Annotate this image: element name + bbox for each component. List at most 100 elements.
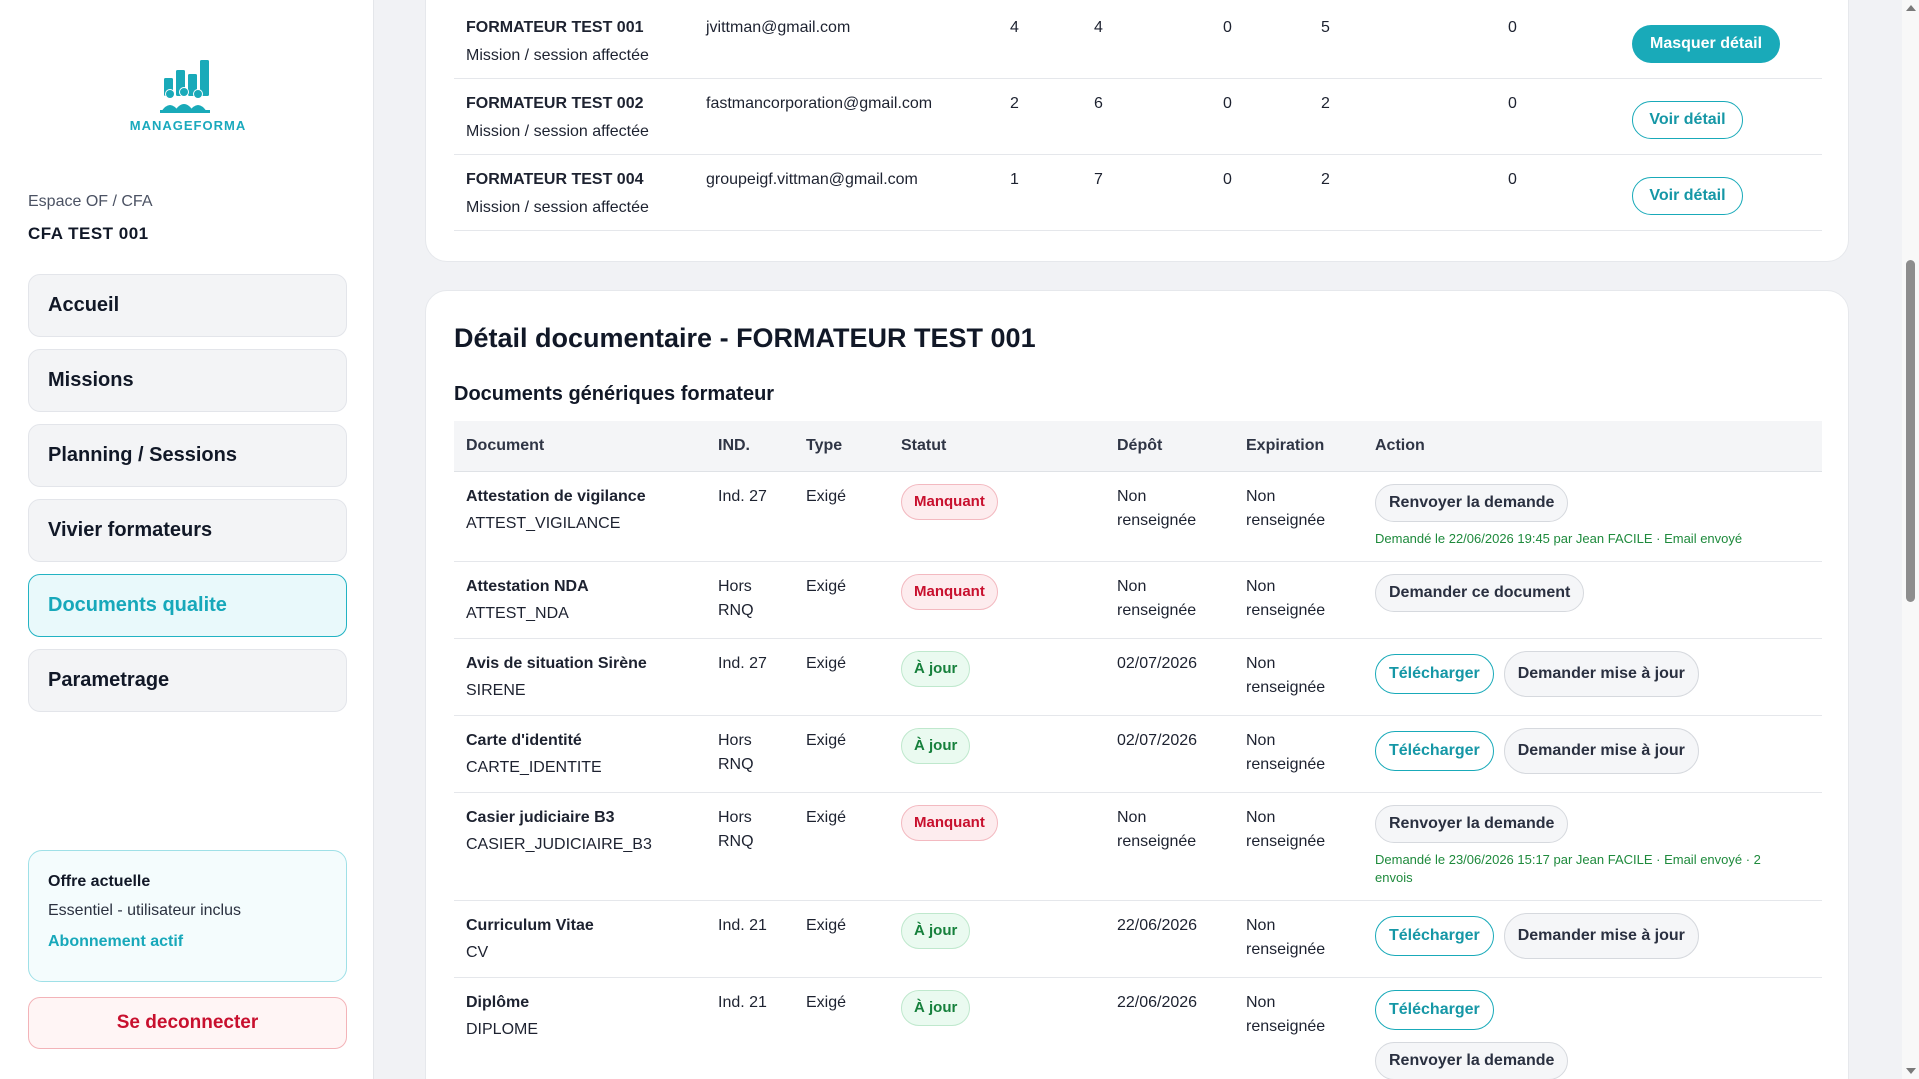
document-detail-card: Détail documentaire - FORMATEUR TEST 001… — [425, 290, 1849, 1079]
document-expiration: Non renseignée — [1246, 994, 1326, 1035]
download-button[interactable]: Télécharger — [1375, 990, 1494, 1030]
document-code: SIRENE — [466, 682, 526, 699]
trainers-table: FORMATEUR TEST 001 Mission / session aff… — [454, 3, 1822, 231]
trainer-count-3: 0 — [1223, 95, 1232, 112]
document-deposit: Non renseignée — [1117, 809, 1197, 850]
document-ind: Hors RNQ — [718, 578, 754, 619]
table-row: Casier judiciaire B3 CASIER_JUDICIAIRE_B… — [454, 793, 1822, 901]
nav-item-accueil[interactable]: Accueil — [28, 274, 347, 337]
request-note: Demandé le 23/06/2026 15:17 par Jean FAC… — [1375, 852, 1761, 885]
nav-item-documents-qualite[interactable]: Documents qualite — [28, 574, 347, 637]
document-type: Exigé — [806, 994, 847, 1011]
download-button[interactable]: Télécharger — [1375, 654, 1494, 694]
sidebar: MANAGEFORMA Espace OF / CFA CFA TEST 001… — [0, 0, 374, 1079]
trainer-count-4: 2 — [1321, 95, 1330, 112]
nav-item-parametrage[interactable]: Parametrage — [28, 649, 347, 712]
column-header-document: Document — [466, 437, 545, 454]
table-row: Carte d'identité CARTE_IDENTITE Hors RNQ… — [454, 716, 1822, 793]
table-row: Attestation NDA ATTEST_NDA Hors RNQ Exig… — [454, 562, 1822, 639]
document-type: Exigé — [806, 655, 847, 672]
trainer-subtitle: Mission / session affectée — [466, 47, 649, 64]
action-cell: Télécharger Renvoyer la demande — [1375, 990, 1569, 1079]
table-row: Avis de situation Sirène SIRENE Ind. 27 … — [454, 639, 1822, 716]
column-header-expiration: Expiration — [1246, 437, 1325, 454]
trainer-name: FORMATEUR TEST 002 — [466, 95, 644, 112]
logout-button[interactable]: Se deconnecter — [28, 997, 347, 1049]
document-expiration: Non renseignée — [1246, 578, 1326, 619]
trainer-subtitle: Mission / session affectée — [466, 199, 649, 216]
action-cell: Télécharger Demander mise à jour — [1375, 728, 1699, 774]
status-badge: À jour — [901, 913, 971, 949]
table-row: FORMATEUR TEST 001 Mission / session aff… — [454, 3, 1822, 79]
trainer-count-2: 4 — [1094, 19, 1103, 36]
document-type: Exigé — [806, 488, 847, 505]
column-header-ind: IND. — [718, 437, 750, 454]
table-row: Attestation de vigilance ATTEST_VIGILANC… — [454, 472, 1822, 562]
logo-icon — [160, 60, 210, 113]
status-badge: À jour — [901, 990, 971, 1026]
view-detail-button[interactable]: Voir détail — [1632, 101, 1743, 139]
document-deposit: 22/06/2026 — [1117, 994, 1198, 1011]
documents-table-header: Document IND. Type Statut Dépôt Expirati… — [454, 421, 1822, 472]
nav-item-vivier-formateurs[interactable]: Vivier formateurs — [28, 499, 347, 562]
status-badge: Manquant — [901, 484, 998, 520]
status-badge: Manquant — [901, 805, 998, 841]
action-cell: Télécharger Demander mise à jour — [1375, 913, 1699, 959]
document-ind: Ind. 27 — [718, 488, 767, 505]
scrollbar-thumb[interactable] — [1906, 260, 1915, 602]
table-row: FORMATEUR TEST 002 Mission / session aff… — [454, 79, 1822, 155]
document-type: Exigé — [806, 578, 847, 595]
trainer-name: FORMATEUR TEST 004 — [466, 171, 644, 188]
trainer-count-4: 5 — [1321, 19, 1330, 36]
table-row: FORMATEUR TEST 004 Mission / session aff… — [454, 155, 1822, 231]
trainer-count-3: 0 — [1223, 171, 1232, 188]
document-code: DIPLOME — [466, 1021, 539, 1038]
request-update-button[interactable]: Demander mise à jour — [1503, 651, 1699, 697]
action-cell: Renvoyer la demande Demandé le 23/06/202… — [1375, 805, 1795, 887]
trainer-count-5: 0 — [1508, 95, 1517, 112]
trainer-count-2: 7 — [1094, 171, 1103, 188]
table-row: Diplôme DIPLOME Ind. 21 Exigé À jour 22/… — [454, 978, 1822, 1079]
nav-item-missions[interactable]: Missions — [28, 349, 347, 412]
document-deposit: 02/07/2026 — [1117, 732, 1198, 749]
view-detail-button[interactable]: Voir détail — [1632, 177, 1743, 215]
status-badge: À jour — [901, 651, 971, 687]
offer-title: Offre actuelle — [48, 873, 151, 890]
offer-card: Offre actuelle Essentiel - utilisateur i… — [28, 850, 347, 982]
request-update-button[interactable]: Demander mise à jour — [1503, 728, 1699, 774]
document-deposit: 02/07/2026 — [1117, 655, 1198, 672]
download-button[interactable]: Télécharger — [1375, 731, 1494, 771]
resend-request-button[interactable]: Renvoyer la demande — [1375, 805, 1569, 843]
request-document-button[interactable]: Demander ce document — [1375, 574, 1585, 612]
download-button[interactable]: Télécharger — [1375, 916, 1494, 956]
trainer-count-1: 1 — [1010, 171, 1019, 188]
document-code: ATTEST_NDA — [466, 605, 569, 622]
status-badge: Manquant — [901, 574, 998, 610]
document-type: Exigé — [806, 917, 847, 934]
trainer-email: groupeigf.vittman@gmail.com — [706, 171, 918, 188]
trainers-card: FORMATEUR TEST 001 Mission / session aff… — [425, 0, 1849, 262]
page-scrollbar[interactable] — [1902, 0, 1919, 1079]
document-name: Diplôme — [466, 994, 530, 1011]
document-expiration: Non renseignée — [1246, 655, 1326, 696]
brand-logo[interactable]: MANAGEFORMA — [126, 58, 250, 133]
trainer-count-5: 0 — [1508, 171, 1517, 188]
trainer-count-1: 2 — [1010, 95, 1019, 112]
document-deposit: Non renseignée — [1117, 488, 1197, 529]
scroll-down-arrow-icon[interactable] — [1906, 1068, 1916, 1074]
nav-item-planning-sessions[interactable]: Planning / Sessions — [28, 424, 347, 487]
document-deposit: 22/06/2026 — [1117, 917, 1198, 934]
request-update-button[interactable]: Demander mise à jour — [1503, 913, 1699, 959]
document-deposit: Non renseignée — [1117, 578, 1197, 619]
hide-detail-button[interactable]: Masquer détail — [1632, 25, 1780, 63]
document-name: Attestation NDA — [466, 578, 589, 595]
resend-request-button[interactable]: Renvoyer la demande — [1375, 484, 1569, 522]
action-cell: Télécharger Demander mise à jour — [1375, 651, 1699, 697]
scroll-up-arrow-icon[interactable] — [1906, 5, 1916, 11]
resend-request-button[interactable]: Renvoyer la demande — [1375, 1042, 1569, 1079]
section-title: Documents génériques formateur — [454, 383, 775, 405]
subscription-status-link[interactable]: Abonnement actif — [48, 933, 183, 951]
document-expiration: Non renseignée — [1246, 917, 1326, 958]
trainer-email: jvittman@gmail.com — [706, 19, 851, 36]
space-label: Espace OF / CFA — [28, 193, 153, 210]
